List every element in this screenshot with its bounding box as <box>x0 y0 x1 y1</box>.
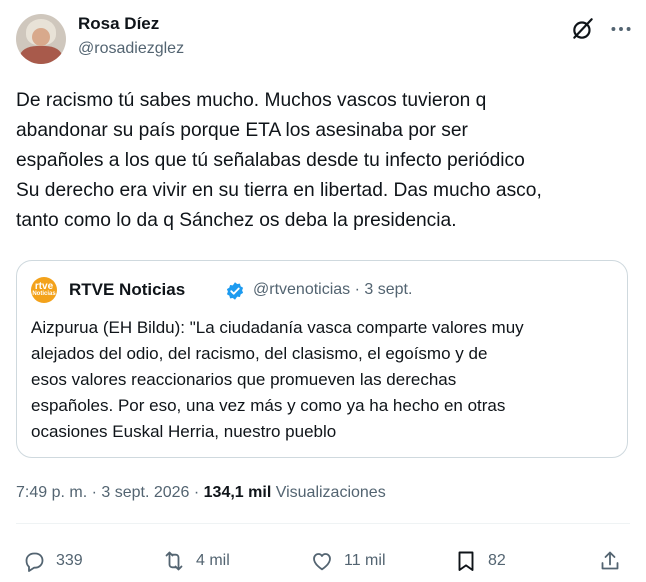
tweet-timestamp[interactable]: 7:49 p. m. · 3 sept. 2026 · <box>16 484 204 501</box>
quote-line: alejados del odio, del racismo, del clas… <box>31 344 488 363</box>
tweet-line: españoles a los que tú señalabas desde t… <box>16 150 525 171</box>
tweet-meta: 7:49 p. m. · 3 sept. 2026 · 134,1 mil Vi… <box>16 484 386 502</box>
retweet-button[interactable]: 4 mil <box>162 548 230 574</box>
bookmark-count: 82 <box>488 552 506 569</box>
more-icon[interactable] <box>608 16 634 42</box>
author-name[interactable]: Rosa Díez <box>78 14 159 34</box>
tweet-line: tanto como lo da q Sánchez os deba la pr… <box>16 210 457 231</box>
share-button[interactable] <box>598 548 632 574</box>
quoted-tweet[interactable]: rtve Noticias RTVE Noticias @rtvenoticia… <box>16 260 628 458</box>
tweet-line: Su derecho era vivir en su tierra en lib… <box>16 180 542 201</box>
quote-author-name: RTVE Noticias <box>69 280 186 299</box>
reply-count: 339 <box>56 552 83 569</box>
quote-line: Aizpurua (EH Bildu): "La ciudadanía vasc… <box>31 318 524 337</box>
like-button[interactable]: 11 mil <box>310 548 386 574</box>
like-icon <box>313 553 331 571</box>
views-label: Visualizaciones <box>271 484 386 501</box>
grok-icon[interactable] <box>570 16 596 42</box>
tweet-line: abandonar su país porque ETA los asesina… <box>16 120 468 141</box>
quote-line: españoles. Por eso, una vez más y como y… <box>31 396 506 415</box>
reply-button[interactable]: 339 <box>22 548 83 574</box>
views-count: 134,1 mil <box>203 484 272 501</box>
quote-line: ocasiones Euskal Herria, nuestro pueblo <box>31 422 337 441</box>
quote-avatar: rtve Noticias <box>31 277 57 303</box>
bookmark-button[interactable]: 82 <box>454 548 506 574</box>
author-handle[interactable]: @rosadiezglez <box>78 40 184 58</box>
verified-icon <box>226 282 244 300</box>
quote-line: esos valores reaccionarios que promueven… <box>31 370 457 389</box>
divider <box>16 523 630 524</box>
quote-text: Aizpurua (EH Bildu): "La ciudadanía vasc… <box>31 315 621 445</box>
avatar-face <box>32 28 50 46</box>
avatar-body <box>20 46 62 64</box>
quote-handle-date: @rtvenoticias · 3 sept. <box>253 281 413 298</box>
retweet-icon <box>165 551 183 571</box>
tweet-text: De racismo tú sabes mucho. Muchos vascos… <box>16 86 636 236</box>
share-icon <box>601 551 619 570</box>
bookmark-icon <box>458 551 474 571</box>
quote-avatar-subtext: Noticias <box>32 291 56 297</box>
tweet-line: De racismo tú sabes mucho. Muchos vascos… <box>16 90 487 111</box>
author-avatar[interactable] <box>16 14 66 64</box>
like-count: 11 mil <box>344 552 386 569</box>
retweet-count: 4 mil <box>196 552 230 569</box>
reply-icon <box>25 552 44 572</box>
